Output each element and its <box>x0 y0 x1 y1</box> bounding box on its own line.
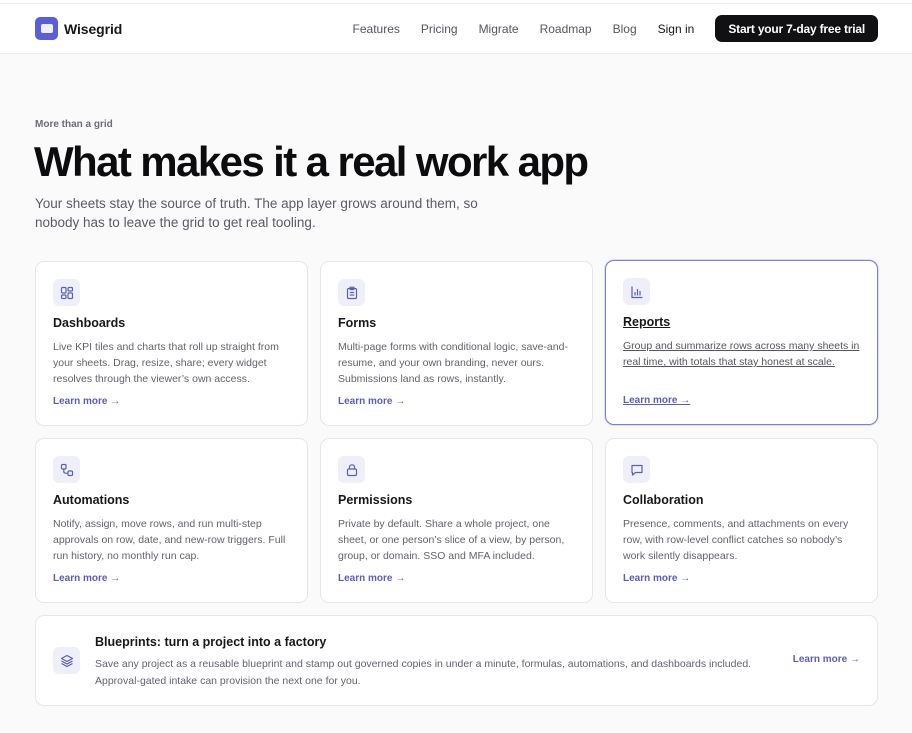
feature-title: Collaboration <box>623 493 704 507</box>
nav-migrate[interactable]: Migrate <box>479 22 519 36</box>
hero-eyebrow: More than a grid <box>35 119 113 130</box>
learn-more-link[interactable]: Learn more → <box>338 396 405 407</box>
feature-desc: Notify, assign, move rows, and run multi… <box>53 518 286 562</box>
learn-more-link[interactable]: Learn more → <box>623 573 690 584</box>
learn-more-link[interactable]: Learn more → <box>623 395 690 406</box>
feature-desc: Presence, comments, and attachments on e… <box>623 518 849 562</box>
feature-title: Reports <box>623 315 671 329</box>
feature-title: Dashboards <box>53 316 126 330</box>
feature-desc: Live KPI tiles and charts that roll up s… <box>53 341 279 385</box>
feature-desc: Group and summarize rows across many she… <box>623 340 860 368</box>
nav-blog[interactable]: Blog <box>613 22 637 36</box>
feature-title: Automations <box>53 493 130 507</box>
feature-card-automations[interactable]: Automations Notify, assign, move rows, a… <box>35 438 308 603</box>
blueprint-learn-more-link[interactable]: Learn more → <box>793 654 860 665</box>
nav-pricing[interactable]: Pricing <box>421 22 458 36</box>
lock-icon <box>338 456 365 483</box>
chat-icon <box>623 456 650 483</box>
main-nav: Features Pricing Migrate Roadmap Blog Si… <box>353 15 878 42</box>
feature-card-forms[interactable]: Forms Multi-page forms with conditional … <box>320 261 593 426</box>
workflow-icon <box>53 456 80 483</box>
learn-more-link[interactable]: Learn more → <box>338 573 405 584</box>
nav-features[interactable]: Features <box>353 22 400 36</box>
blueprint-title: Blueprints: turn a project into a factor… <box>95 635 327 649</box>
feature-title: Permissions <box>338 493 413 507</box>
learn-more-link[interactable]: Learn more → <box>53 396 120 407</box>
logo-icon <box>35 17 58 40</box>
feature-card-dashboards[interactable]: Dashboards Live KPI tiles and charts tha… <box>35 261 308 426</box>
clipboard-icon <box>338 279 365 306</box>
bar-chart-icon <box>623 278 650 305</box>
feature-card-permissions[interactable]: Permissions Private by default. Share a … <box>320 438 593 603</box>
learn-more-link[interactable]: Learn more → <box>53 573 120 584</box>
nav-roadmap[interactable]: Roadmap <box>540 22 592 36</box>
site-header: Wisegrid Features Pricing Migrate Roadma… <box>0 4 912 54</box>
blueprint-desc: Save any project as a reusable blueprint… <box>95 658 752 687</box>
blueprint-card[interactable]: Blueprints: turn a project into a factor… <box>35 615 878 706</box>
brand-name: Wisegrid <box>64 20 123 37</box>
feature-desc: Multi-page forms with conditional logic,… <box>338 341 568 385</box>
start-trial-button[interactable]: Start your 7-day free trial <box>715 15 878 42</box>
sign-in-link[interactable]: Sign in <box>658 22 695 36</box>
page-title: What makes it a real work app <box>34 138 589 185</box>
grid-icon <box>53 279 80 306</box>
feature-title: Forms <box>338 316 377 330</box>
layers-icon <box>53 647 80 674</box>
feature-card-reports[interactable]: Reports Group and summarize rows across … <box>605 260 878 425</box>
feature-desc: Private by default. Share a whole projec… <box>338 518 565 562</box>
feature-card-collaboration[interactable]: Collaboration Presence, comments, and at… <box>605 438 878 603</box>
brand-logo[interactable]: Wisegrid <box>35 17 122 40</box>
hero-lead: Your sheets stay the source of truth. Th… <box>35 196 478 230</box>
